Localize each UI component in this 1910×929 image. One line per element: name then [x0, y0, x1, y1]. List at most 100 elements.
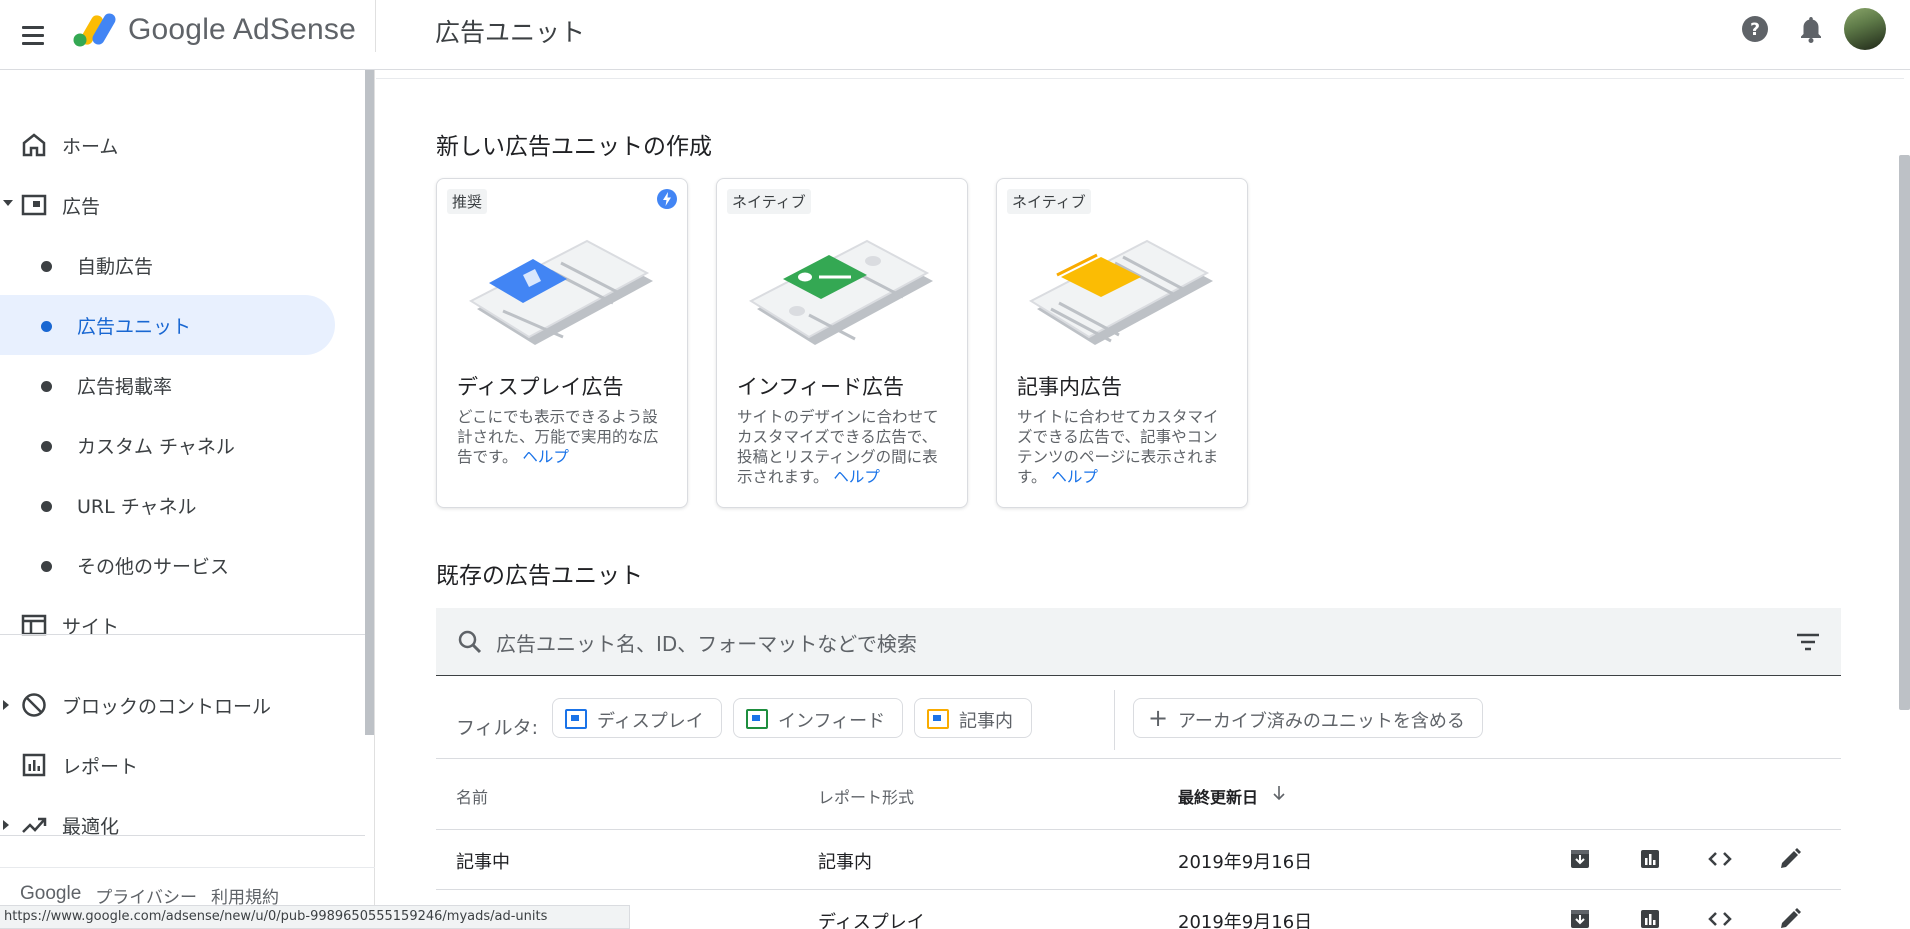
code-icon[interactable] [1705, 904, 1735, 929]
ad-icon [21, 194, 47, 216]
archive-icon[interactable] [1565, 904, 1595, 929]
sort-descending-icon[interactable] [1272, 785, 1286, 801]
display-ad-card[interactable]: 推奨 ディスプレイ広告 どこにでも表示できるよう設計された、万能で実用的な広告で… [436, 178, 688, 508]
svg-text:?: ? [1750, 20, 1760, 40]
sidebar-item-label: 広告掲載率 [77, 376, 173, 398]
sidebar-divider [0, 835, 365, 836]
display-ad-illustration [468, 239, 653, 345]
notifications-bell-icon[interactable] [1796, 14, 1826, 44]
native-chip: ネイティブ [727, 189, 811, 214]
sidebar-item-auto-ads[interactable]: 自動広告 [0, 235, 335, 295]
inarticle-ad-card[interactable]: ネイティブ 記事内広告 サイトに合わせてカスタマイズできる広告で、記事やコンテン… [996, 178, 1248, 508]
filter-chip-display[interactable]: ディスプレイ [552, 698, 722, 738]
main-scrollbar[interactable] [1899, 155, 1910, 710]
sidebar-item-ads[interactable]: 広告 [0, 175, 335, 235]
help-icon[interactable]: ? [1740, 14, 1770, 44]
column-header-last-updated[interactable]: 最終更新日 [1178, 784, 1258, 808]
filter-chip-label: アーカイブ済みのユニットを含める [1178, 711, 1465, 732]
archive-icon[interactable] [1565, 844, 1595, 874]
bullet-icon [41, 381, 52, 392]
top-app-bar: Google AdSense 広告ユニット ? [0, 0, 1910, 70]
filter-chip-label: インフィード [778, 711, 886, 732]
bullet-icon [41, 261, 52, 272]
edit-pencil-icon[interactable] [1775, 904, 1805, 929]
sidebar-item-label: 広告ユニット [77, 316, 192, 338]
filter-chip-label: 記事内 [959, 711, 1013, 732]
filter-list-icon[interactable] [1795, 630, 1821, 654]
sidebar-item-ad-coverage[interactable]: 広告掲載率 [0, 355, 335, 415]
adsense-logo-icon [73, 13, 116, 47]
help-link[interactable]: ヘルプ [1051, 468, 1098, 486]
sidebar-item-reports[interactable]: レポート [0, 735, 335, 795]
inarticle-format-icon [927, 709, 949, 729]
ad-unit-format: ディスプレイ [818, 912, 925, 929]
card-title: インフィード広告 [737, 375, 904, 399]
include-archived-chip[interactable]: + アーカイブ済みのユニットを含める [1133, 698, 1483, 738]
sidebar-scrollbar[interactable] [365, 70, 374, 735]
recommended-chip: 推奨 [447, 189, 488, 214]
sidebar-item-sites[interactable]: サイト [0, 595, 335, 655]
filter-label: フィルタ: [456, 717, 539, 739]
main-content: 新しい広告ユニットの作成 推奨 ディスプレイ広告 どこにでも表示できるよう設計さ… [376, 70, 1910, 929]
sidebar-item-label: レポート [62, 755, 139, 778]
filter-chip-inarticle[interactable]: 記事内 [914, 698, 1032, 738]
header-divider [375, 0, 376, 52]
main-menu-button[interactable] [16, 18, 50, 52]
plus-icon: + [1148, 704, 1169, 732]
search-icon [458, 630, 482, 654]
table-row[interactable]: ディスプレイ 2019年9月16日 [436, 890, 1841, 929]
sidebar-item-label: ホーム [62, 135, 119, 158]
sidebar-item-optimization[interactable]: 最適化 [0, 795, 335, 855]
sidebar-item-label: 広告 [62, 195, 101, 218]
ad-unit-name[interactable]: 記事中 [456, 848, 510, 874]
card-title: ディスプレイ広告 [457, 375, 624, 399]
ad-unit-updated: 2019年9月16日 [1178, 912, 1313, 929]
sidebar-item-label: その他のサービス [77, 556, 230, 578]
table-row[interactable]: 記事中 記事内 2019年9月16日 [436, 830, 1841, 890]
create-section-title: 新しい広告ユニットの作成 [436, 134, 712, 160]
account-avatar[interactable] [1844, 8, 1886, 50]
report-chart-icon[interactable] [1635, 904, 1665, 929]
sidebar-item-label: URL チャネル [77, 496, 197, 518]
code-icon[interactable] [1705, 844, 1735, 874]
product-name: Google AdSense [128, 13, 356, 46]
block-icon [22, 693, 46, 717]
column-header-name[interactable]: 名前 [456, 784, 488, 808]
menu-icon-bar [22, 33, 44, 37]
inarticle-ad-illustration [1028, 239, 1213, 345]
ad-unit-search-input[interactable]: 広告ユニット名、ID、フォーマットなどで検索 [436, 608, 1841, 676]
sidebar-item-blocking-controls[interactable]: ブロックのコントロール [0, 675, 335, 735]
ad-unit-updated: 2019年9月16日 [1178, 852, 1313, 873]
help-link[interactable]: ヘルプ [833, 468, 880, 486]
sidebar-nav: ホーム 広告 自動広告 広告ユニット 広告掲載率 カスタム チャネル URL チ… [0, 70, 375, 929]
home-icon [22, 133, 46, 157]
filter-chip-label: ディスプレイ [597, 711, 704, 732]
report-chart-icon[interactable] [1635, 844, 1665, 874]
collapsed-caret-icon [3, 820, 9, 830]
card-title: 記事内広告 [1017, 375, 1122, 399]
sidebar-item-other-services[interactable]: その他のサービス [0, 535, 335, 595]
sidebar-item-ad-units[interactable]: 広告ユニット [0, 295, 335, 355]
page-title: 広告ユニット [435, 18, 586, 47]
sidebar-item-label: ブロックのコントロール [62, 695, 272, 718]
bullet-icon [41, 501, 52, 512]
native-chip: ネイティブ [1007, 189, 1091, 214]
sidebar-item-home[interactable]: ホーム [0, 115, 335, 175]
sidebar-divider [0, 634, 365, 635]
infeed-ad-card[interactable]: ネイティブ インフィード広告 サイトのデザインに合わせてカスタマイズできる広告で… [716, 178, 968, 508]
card-description: どこにでも表示できるよう設計された、万能で実用的な広告です。 ヘルプ [457, 407, 671, 467]
card-description: サイトのデザインに合わせてカスタマイズできる広告で、投稿とリスティングの間に表示… [737, 407, 951, 487]
sidebar-item-label: 自動広告 [77, 256, 154, 278]
menu-icon-bar [22, 25, 44, 29]
sidebar-item-url-channels[interactable]: URL チャネル [0, 475, 335, 535]
filter-chip-infeed[interactable]: インフィード [733, 698, 903, 738]
edit-pencil-icon[interactable] [1775, 844, 1805, 874]
display-format-icon [565, 709, 587, 729]
sidebar-item-custom-channels[interactable]: カスタム チャネル [0, 415, 335, 475]
bullet-icon [41, 321, 52, 332]
report-icon [22, 753, 46, 777]
expanded-caret-icon [3, 200, 13, 206]
footer-divider [0, 867, 375, 868]
column-header-report-format[interactable]: レポート形式 [818, 784, 914, 808]
help-link[interactable]: ヘルプ [522, 448, 569, 466]
